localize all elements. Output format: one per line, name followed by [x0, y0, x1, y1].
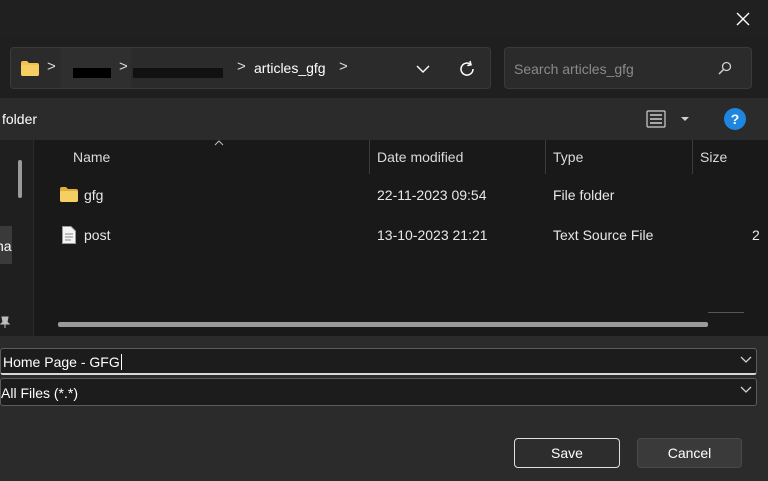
breadcrumb-separator[interactable]: >	[119, 58, 128, 75]
column-divider[interactable]	[692, 140, 693, 174]
chevron-down-icon[interactable]	[740, 356, 752, 364]
caret-down-icon	[681, 117, 689, 121]
save-panel: Home Page - GFG All Files (*.*) Save Can…	[0, 336, 768, 481]
file-type: File folder	[553, 187, 615, 203]
file-date: 13-10-2023 21:21	[377, 227, 488, 243]
file-type-value: All Files (*.*)	[1, 385, 79, 401]
address-history-dropdown[interactable]	[411, 58, 435, 80]
file-type-select[interactable]: All Files (*.*)	[0, 378, 757, 406]
text-file-icon	[62, 226, 76, 244]
nav-scrollbar[interactable]	[18, 160, 22, 198]
sort-ascending-icon	[214, 140, 224, 146]
column-divider[interactable]	[369, 140, 370, 174]
list-view-icon	[646, 110, 666, 128]
navigation-row: > > > articles_gfg > Search articles_gfg	[0, 38, 768, 98]
redaction-mark	[133, 68, 223, 78]
breadcrumb-separator[interactable]: >	[47, 58, 56, 75]
close-icon	[736, 12, 750, 26]
file-name: gfg	[84, 187, 104, 203]
breadcrumb-separator[interactable]: >	[339, 58, 348, 75]
text-cursor	[120, 354, 122, 370]
horizontal-scrollbar[interactable]	[58, 322, 708, 327]
new-folder-button[interactable]: folder	[2, 111, 37, 127]
search-icon	[718, 61, 732, 75]
cancel-button[interactable]: Cancel	[637, 438, 742, 468]
file-list[interactable]: Name Date modified Type Size gfg 22-11-2…	[33, 140, 768, 336]
refresh-icon	[460, 60, 474, 76]
help-icon: ?	[730, 111, 740, 127]
breadcrumb-separator[interactable]: >	[237, 58, 246, 75]
search-box[interactable]: Search articles_gfg	[504, 47, 752, 89]
file-name: post	[84, 227, 111, 243]
file-row[interactable]: post 13-10-2023 21:21 Text Source File 2	[34, 216, 768, 256]
save-button[interactable]: Save	[514, 438, 620, 468]
column-header-size[interactable]: Size	[700, 149, 727, 165]
command-bar: folder ?	[0, 98, 768, 140]
nav-item-label: na	[0, 238, 12, 254]
chevron-down-icon	[740, 386, 752, 393]
pin-icon	[0, 316, 10, 328]
column-divider[interactable]	[545, 140, 546, 174]
column-header-type[interactable]: Type	[553, 149, 583, 165]
file-size: 2	[752, 227, 760, 243]
scrollbar-track	[708, 312, 744, 313]
refresh-button[interactable]	[455, 57, 479, 81]
search-input[interactable]: Search articles_gfg	[514, 61, 634, 77]
close-button[interactable]	[728, 6, 758, 32]
column-header-date-modified[interactable]: Date modified	[377, 149, 463, 165]
address-bar[interactable]: > > > articles_gfg >	[10, 47, 491, 89]
help-button[interactable]: ?	[724, 108, 746, 130]
file-name-input[interactable]: Home Page - GFG	[3, 354, 122, 370]
file-type: Text Source File	[553, 227, 654, 243]
file-name-field[interactable]: Home Page - GFG	[0, 348, 757, 375]
column-header-name[interactable]: Name	[73, 149, 110, 165]
file-date: 22-11-2023 09:54	[377, 187, 487, 203]
chevron-down-icon	[416, 65, 430, 73]
folder-icon	[60, 187, 78, 202]
breadcrumb-articles-gfg[interactable]: articles_gfg	[254, 60, 326, 76]
redaction-mark	[73, 68, 111, 78]
file-row[interactable]: gfg 22-11-2023 09:54 File folder	[34, 176, 768, 216]
folder-icon	[21, 61, 39, 76]
view-options-button[interactable]	[646, 108, 694, 130]
title-bar	[0, 0, 768, 38]
navigation-pane[interactable]: na	[0, 140, 33, 336]
